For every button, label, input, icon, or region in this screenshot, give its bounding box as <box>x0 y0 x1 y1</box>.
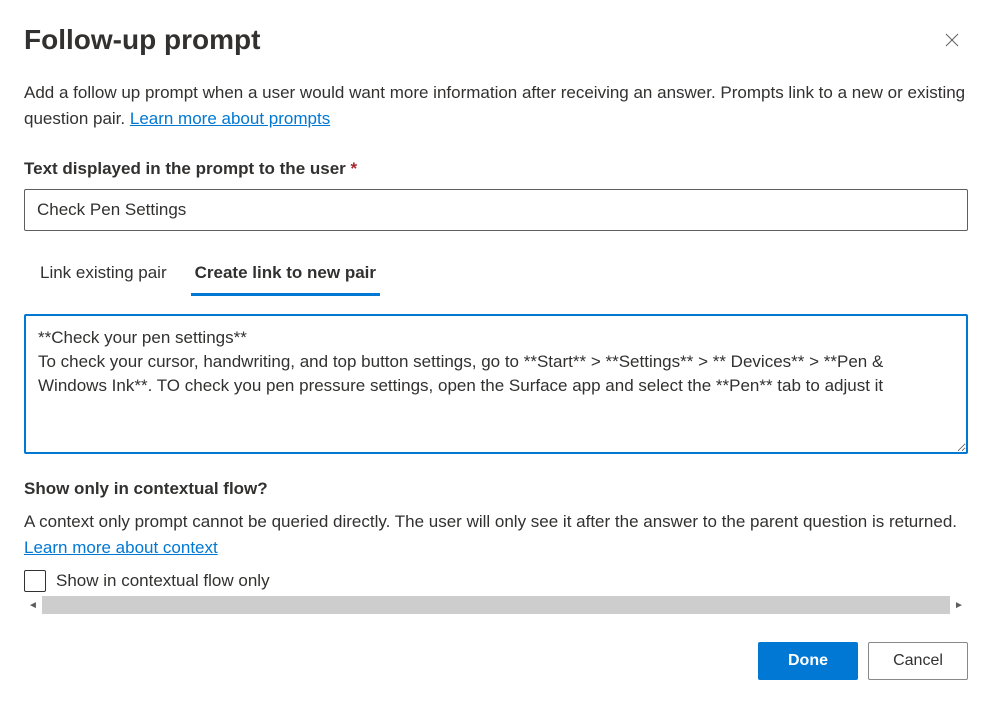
dialog-description: Add a follow up prompt when a user would… <box>24 80 968 131</box>
tab-list: Link existing pair Create link to new pa… <box>24 255 968 296</box>
tab-link-existing[interactable]: Link existing pair <box>36 255 171 296</box>
horizontal-scrollbar[interactable]: ◄ ► <box>24 596 968 614</box>
scroll-left-icon[interactable]: ◄ <box>24 596 42 614</box>
contextual-description: A context only prompt cannot be queried … <box>24 509 968 560</box>
display-text-label: Text displayed in the prompt to the user… <box>24 159 968 179</box>
dialog-title: Follow-up prompt <box>24 24 260 56</box>
close-icon <box>945 33 959 47</box>
learn-more-context-link[interactable]: Learn more about context <box>24 538 218 557</box>
required-asterisk: * <box>351 159 358 178</box>
contextual-heading: Show only in contextual flow? <box>24 479 968 499</box>
scroll-right-icon[interactable]: ► <box>950 596 968 614</box>
display-text-input[interactable] <box>24 189 968 231</box>
done-button[interactable]: Done <box>758 642 858 680</box>
scroll-track[interactable] <box>42 596 950 614</box>
contextual-checkbox[interactable] <box>24 570 46 592</box>
tab-create-new[interactable]: Create link to new pair <box>191 255 380 296</box>
close-button[interactable] <box>936 24 968 56</box>
contextual-checkbox-label[interactable]: Show in contextual flow only <box>56 571 270 591</box>
learn-more-prompts-link[interactable]: Learn more about prompts <box>130 109 330 128</box>
answer-textarea[interactable]: **Check your pen settings** To check you… <box>24 314 968 454</box>
dialog-footer: Done Cancel <box>24 642 968 680</box>
cancel-button[interactable]: Cancel <box>868 642 968 680</box>
